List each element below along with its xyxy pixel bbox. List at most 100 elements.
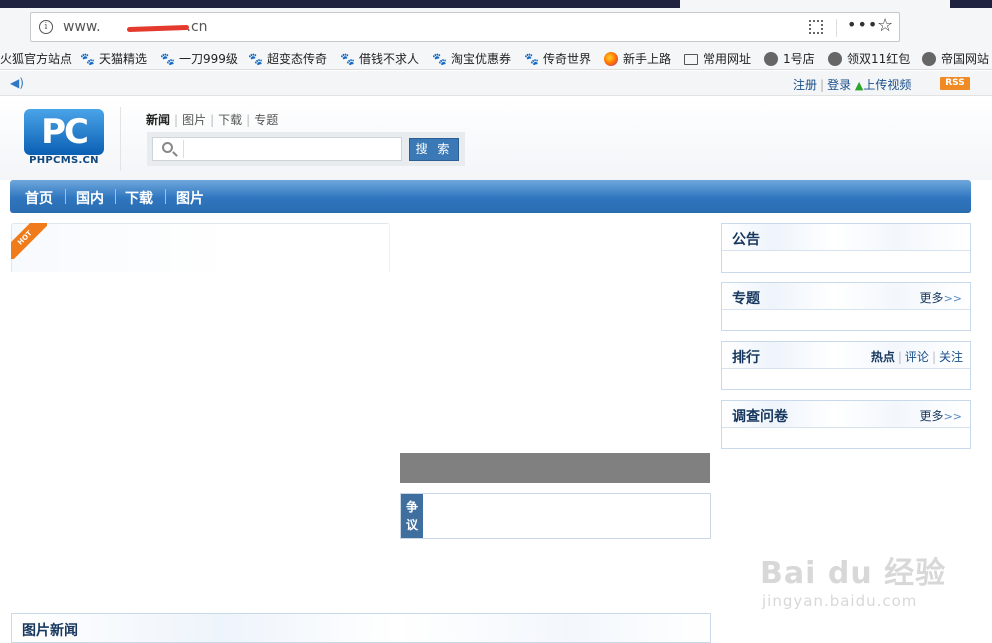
logo-mark: PC [24,109,104,155]
folder-icon [684,54,698,65]
bookmark-item[interactable]: 常用网址 [684,50,751,67]
search-button[interactable]: 搜 索 [409,138,459,161]
survey-more-link[interactable]: 更多>> [920,407,962,424]
bookmark-item[interactable]: 新手上路 [604,50,671,67]
search-input[interactable] [186,140,398,158]
bookmark-item[interactable]: 领双11红包 [828,50,910,67]
link-separator: | [820,78,825,92]
bookmark-label: 传奇世界 [543,52,592,66]
bookmark-item[interactable]: 火狐官方站点 [0,50,72,67]
panel-header: 专题 更多>> [722,283,970,310]
active-tab[interactable] [680,0,950,8]
main-nav: 首页 国内 下载 图片 [10,180,971,213]
tab-comments[interactable]: 评论 [905,350,929,364]
search-tab-downloads[interactable]: 下载 [218,113,242,127]
site-logo[interactable]: PC PHPCMS.CN [24,109,104,169]
register-link[interactable]: 注册 [793,78,817,92]
bookmark-label: 新手上路 [623,52,672,66]
bookmark-item[interactable]: 🐾 天猫精选 [80,50,147,67]
bookmark-item[interactable]: 🐾 借钱不求人 [340,50,419,67]
bookmark-label: 淘宝优惠券 [451,52,512,66]
photo-news-panel: 图片新闻 [11,613,711,643]
browser-tab-strip [0,0,992,8]
slideshow-caption-bar [400,453,710,483]
bookmark-label: 帝国网站 [941,52,990,66]
announcement-panel: 公告 [721,223,971,273]
bookmarks-bar: 火狐官方站点 🐾 天猫精选 🐾 一刀999级 🐾 超变态传奇 🐾 借钱不求人 🐾… [0,46,992,70]
browser-toolbar: i www. .cn ••• ☆ [0,8,992,46]
panel-header: 排行 热点 | 评论 | 关注 [722,342,970,369]
url-suffix: .cn [186,19,208,35]
paw-icon: 🐾 [432,51,447,66]
bookmark-item[interactable]: 帝国网站 [922,50,989,67]
nav-separator [115,189,116,204]
hot-news-box [11,223,390,272]
bookmark-item[interactable]: 🐾 传奇世界 [524,50,591,67]
globe-icon [764,51,778,66]
site-header: PC PHPCMS.CN 新闻 | 图片 | 下载 | 专题 搜 索 [0,97,992,180]
bookmark-label: 一刀999级 [179,52,238,66]
site-info-icon[interactable]: i [39,20,53,34]
search-field[interactable] [152,137,402,161]
search-tab-topics[interactable]: 专题 [254,113,278,127]
paw-icon: 🐾 [524,51,539,66]
more-actions-icon[interactable]: ••• [847,15,878,34]
tab-attention[interactable]: 关注 [939,350,963,364]
bookmark-item[interactable]: 🐾 超变态传奇 [248,50,327,67]
debate-label-text: 争议 [406,500,419,532]
topics-more-link[interactable]: 更多>> [920,289,962,306]
globe-icon [922,51,936,66]
panel-title: 排行 [732,350,760,366]
user-links: 注册 | 登录 ▲上传视频 [793,76,911,93]
baidu-watermark: Bai du 经验 jingyan.baidu.com [760,548,946,610]
more-label: 更多 [919,409,944,423]
search-tab-images[interactable]: 图片 [182,113,206,127]
globe-icon [828,51,842,66]
tab-separator: | [246,113,251,127]
url-prefix: www. [63,19,101,35]
tab-separator: | [210,113,215,127]
bookmark-star-icon[interactable]: ☆ [877,15,893,36]
nav-separator [165,189,166,204]
search-tab-news[interactable]: 新闻 [146,113,170,127]
topics-panel: 专题 更多>> [721,282,971,331]
paw-icon: 🐾 [80,51,95,66]
bookmark-label: 领双11红包 [847,52,911,66]
search-field-divider [183,140,184,158]
bookmark-item[interactable]: 🐾 淘宝优惠券 [432,50,511,67]
speaker-icon: ◀) [10,76,24,90]
chevron-right-icon: >> [943,410,962,423]
upload-video-link[interactable]: 上传视频 [863,78,911,92]
nav-item-domestic[interactable]: 国内 [76,188,104,208]
bookmark-label: 1号店 [783,52,815,66]
nav-item-downloads[interactable]: 下载 [125,188,153,208]
panel-header: 调查问卷 更多>> [722,401,970,428]
panel-header: 公告 [722,224,970,251]
rss-button[interactable]: RSS [940,77,970,90]
search-type-tabs: 新闻 | 图片 | 下载 | 专题 [146,111,278,128]
hot-ribbon: HOT [11,223,47,259]
bookmark-label: 常用网址 [703,52,752,66]
firefox-icon [604,51,618,66]
watermark-main: Bai du 经验 [760,556,947,591]
panel-title: 图片新闻 [22,623,78,639]
paw-icon: 🐾 [340,51,355,66]
bookmark-item[interactable]: 🐾 一刀999级 [160,50,238,67]
tab-hot[interactable]: 热点 [871,350,895,364]
bookmark-label: 借钱不求人 [359,52,420,66]
address-bar[interactable]: i www. .cn ••• ☆ [30,12,900,42]
watermark-sub: jingyan.baidu.com [762,592,918,610]
qr-code-icon[interactable] [809,20,823,34]
login-link[interactable]: 登录 [827,78,851,92]
bookmark-item[interactable]: 1号店 [764,50,815,67]
bookmark-label: 火狐官方站点 [0,52,73,66]
paw-icon: 🐾 [248,51,263,66]
nav-separator [65,189,66,204]
nav-item-home[interactable]: 首页 [25,188,53,208]
debate-label: 争议 [401,494,423,538]
panel-title: 公告 [732,232,760,248]
nav-item-images[interactable]: 图片 [176,188,204,208]
tab-separator: | [931,350,936,364]
site-top-bar: ◀) 注册 | 登录 ▲上传视频 RSS [0,71,992,96]
more-label: 更多 [919,291,944,305]
